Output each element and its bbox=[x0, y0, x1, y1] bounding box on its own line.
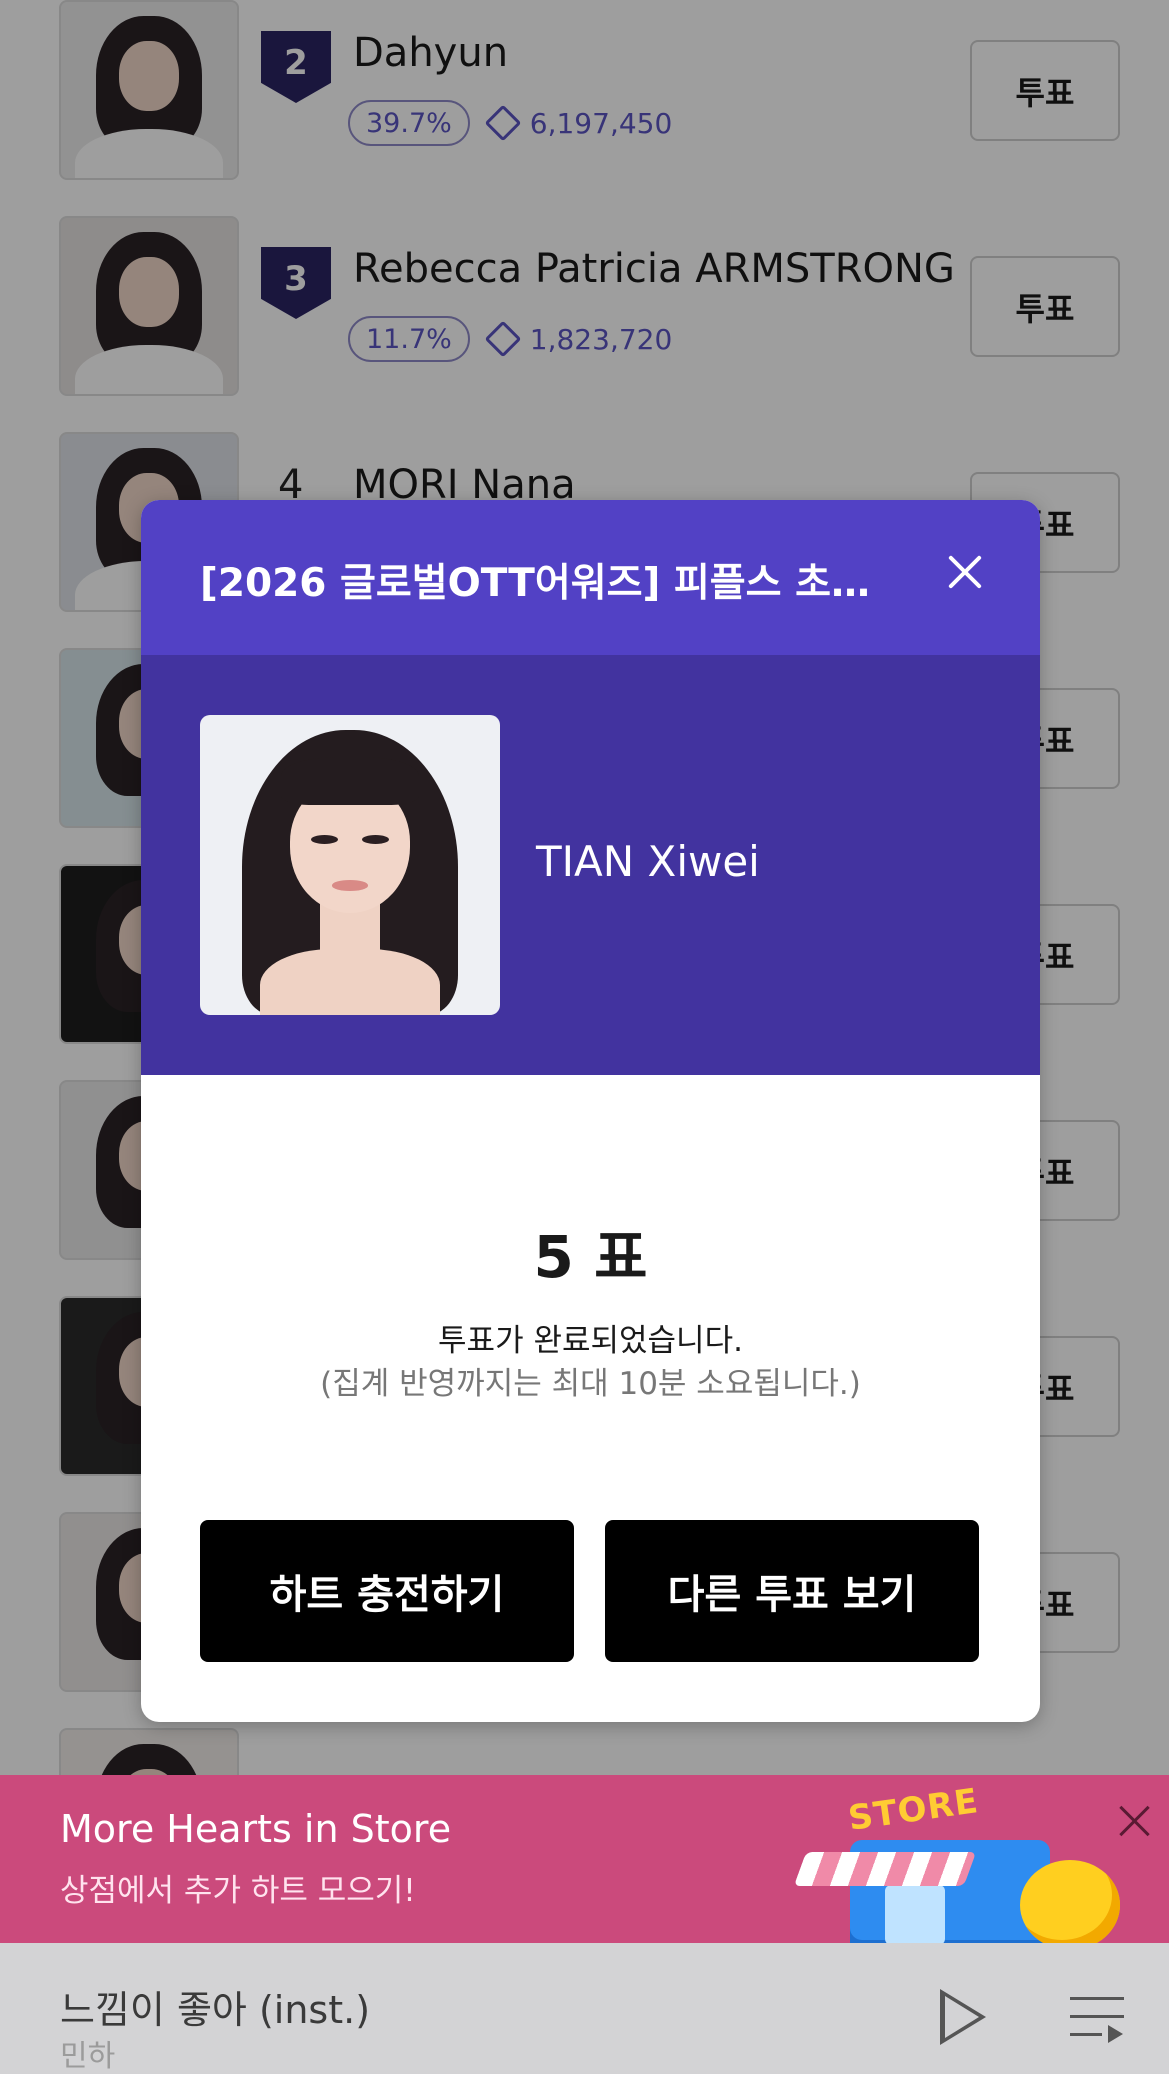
store-promo-banner[interactable]: More Hearts in Store 상점에서 추가 하트 모으기! STO… bbox=[0, 1775, 1169, 1943]
store-illustration: STORE bbox=[790, 1781, 1150, 1943]
banner-subtitle: 상점에서 추가 하트 모으기! bbox=[60, 1873, 416, 1909]
track-artist: 민하 bbox=[60, 2039, 116, 2074]
dialog-header: [2026 글로벌OTT어워즈] 피플스 초이... bbox=[141, 500, 1040, 655]
dialog-title: [2026 글로벌OTT어워즈] 피플스 초이... bbox=[200, 561, 900, 606]
close-icon[interactable] bbox=[941, 548, 989, 596]
candidate-panel: TIAN Xiwei bbox=[141, 655, 1040, 1075]
track-title: 느낌이 좋아 (inst.) bbox=[60, 1988, 371, 2032]
candidate-photo bbox=[200, 715, 500, 1015]
heart-icon bbox=[1020, 1860, 1120, 1943]
store-sign: STORE bbox=[845, 1781, 982, 1839]
other-votes-button[interactable]: 다른 투표 보기 bbox=[605, 1520, 979, 1662]
vote-complete-dialog: [2026 글로벌OTT어워즈] 피플스 초이... TIAN Xiwei 5 … bbox=[141, 500, 1040, 1722]
vote-amount: 5 표 bbox=[533, 1223, 648, 1291]
play-icon[interactable] bbox=[940, 1989, 986, 2045]
close-icon[interactable] bbox=[1115, 1801, 1155, 1841]
mini-player[interactable]: 느낌이 좋아 (inst.) 민하 bbox=[0, 1943, 1169, 2074]
banner-title: More Hearts in Store bbox=[60, 1807, 452, 1851]
completion-message: 투표가 완료되었습니다. bbox=[438, 1323, 743, 1359]
playlist-icon[interactable] bbox=[1070, 1997, 1124, 2047]
charge-hearts-button[interactable]: 하트 충전하기 bbox=[200, 1520, 574, 1662]
aggregation-notice: (집계 반영까지는 최대 10분 소요됩니다.) bbox=[320, 1366, 861, 1402]
candidate-name: TIAN Xiwei bbox=[536, 837, 760, 886]
